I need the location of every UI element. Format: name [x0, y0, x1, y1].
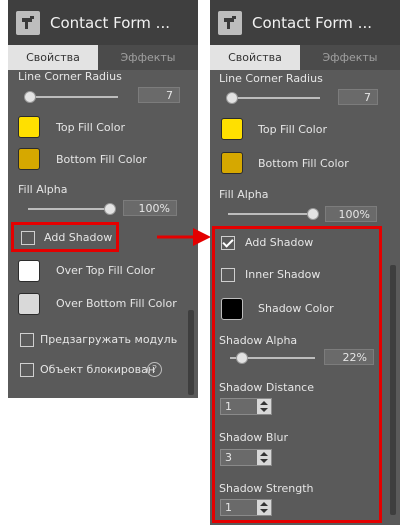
- title-bar: Contact Form ...: [210, 0, 400, 45]
- left-panel: Contact Form ... Свойства Эффекты Line C…: [8, 0, 198, 398]
- line-corner-radius-slider-thumb[interactable]: [226, 92, 238, 104]
- fill-alpha-label: Fill Alpha: [18, 183, 68, 196]
- over-bottom-fill-color-swatch[interactable]: [18, 293, 40, 315]
- line-corner-radius-slider-thumb[interactable]: [24, 91, 36, 103]
- help-icon[interactable]: ?: [147, 362, 162, 377]
- shadow-settings-highlight: [212, 226, 382, 523]
- line-corner-radius-label: Line Corner Radius: [219, 72, 323, 85]
- object-locked-label: Объект блокирован: [40, 363, 155, 376]
- bottom-fill-color-label: Bottom Fill Color: [56, 153, 147, 166]
- fill-alpha-slider[interactable]: [228, 213, 315, 215]
- tab-bar: Свойства Эффекты: [8, 45, 198, 70]
- right-scrollbar[interactable]: [390, 265, 396, 515]
- line-corner-radius-slider[interactable]: [230, 97, 320, 99]
- fill-alpha-slider-thumb[interactable]: [307, 208, 319, 220]
- app-title: Contact Form ...: [252, 13, 372, 32]
- preload-module-label: Предзагружать модуль: [40, 333, 178, 346]
- line-corner-radius-slider[interactable]: [28, 96, 118, 98]
- bottom-fill-color-swatch[interactable]: [221, 152, 243, 174]
- tab-effects[interactable]: Эффекты: [304, 45, 396, 70]
- over-bottom-fill-color-label: Over Bottom Fill Color: [56, 297, 177, 310]
- over-top-fill-color-swatch[interactable]: [18, 260, 40, 282]
- line-corner-radius-label: Line Corner Radius: [18, 70, 122, 83]
- fill-alpha-slider[interactable]: [28, 208, 113, 210]
- tab-effects[interactable]: Эффекты: [102, 45, 194, 70]
- app-title: Contact Form ...: [50, 13, 170, 32]
- top-fill-color-label: Top Fill Color: [56, 121, 125, 134]
- fill-alpha-slider-thumb[interactable]: [104, 203, 116, 215]
- over-top-fill-color-label: Over Top Fill Color: [56, 264, 155, 277]
- object-locked-checkbox[interactable]: [20, 363, 34, 377]
- arrow-right-icon: [157, 228, 211, 246]
- top-fill-color-swatch[interactable]: [221, 118, 243, 140]
- title-bar: Contact Form ...: [8, 0, 198, 45]
- fill-alpha-label: Fill Alpha: [219, 188, 269, 201]
- left-scrollbar[interactable]: [188, 310, 194, 395]
- tab-properties[interactable]: Свойства: [8, 45, 98, 70]
- bottom-fill-color-swatch[interactable]: [18, 148, 40, 170]
- fill-alpha-value[interactable]: 100%: [123, 200, 177, 216]
- preload-module-checkbox[interactable]: [20, 333, 34, 347]
- plugin-icon: [16, 10, 40, 35]
- plugin-icon: [218, 10, 242, 35]
- tab-properties[interactable]: Свойства: [210, 45, 300, 70]
- top-fill-color-label: Top Fill Color: [258, 123, 327, 136]
- add-shadow-highlight: [11, 222, 119, 252]
- top-fill-color-swatch[interactable]: [18, 116, 40, 138]
- tab-bar: Свойства Эффекты: [210, 45, 400, 70]
- line-corner-radius-value[interactable]: 7: [138, 87, 180, 103]
- line-corner-radius-value[interactable]: 7: [338, 89, 378, 105]
- bottom-fill-color-label: Bottom Fill Color: [258, 157, 349, 170]
- fill-alpha-value[interactable]: 100%: [325, 206, 377, 222]
